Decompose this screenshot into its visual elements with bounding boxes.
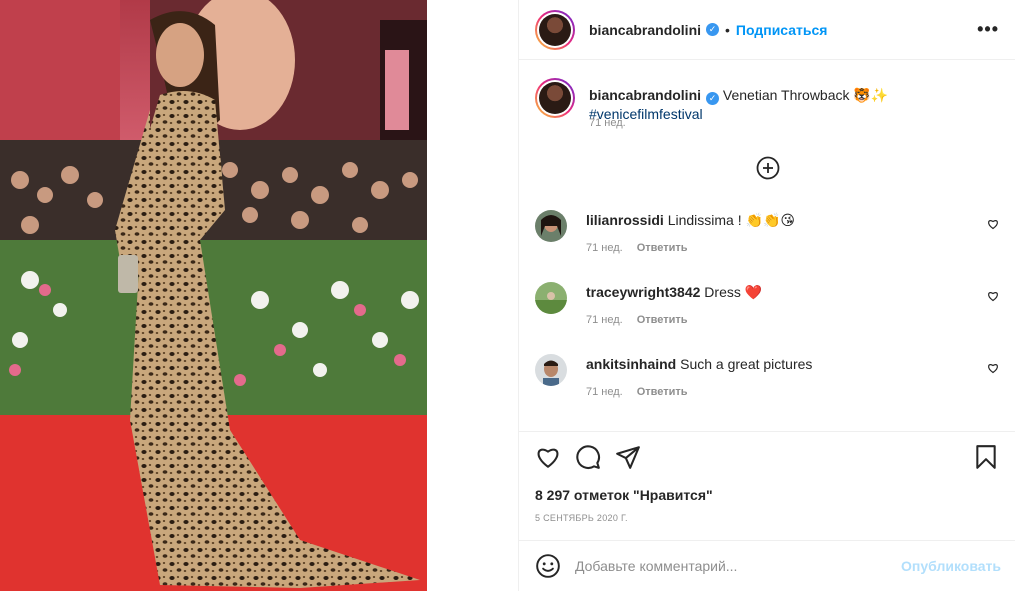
commenter-avatar[interactable] [535, 354, 567, 386]
commenter-username[interactable]: lilianrossidi [586, 212, 664, 228]
comment-timestamp: 71 нед. [586, 386, 623, 398]
comment-item: ankitsinhaind Such a great pictures 71 н… [535, 354, 999, 414]
follow-button[interactable]: Подписаться [736, 22, 828, 38]
comment-input[interactable] [575, 558, 902, 574]
comment-icon[interactable] [575, 444, 601, 470]
post-detail-panel: biancabrandolini ✓ • Подписаться ••• bia… [518, 0, 1015, 591]
share-icon[interactable] [615, 444, 641, 470]
heart-icon[interactable] [987, 218, 999, 230]
caption-avatar[interactable] [535, 78, 575, 118]
add-comment-bar: Опубликовать [519, 540, 1015, 591]
post-header: biancabrandolini ✓ • Подписаться ••• [519, 0, 1015, 60]
caption-timestamp: 71 нед. [589, 117, 626, 129]
post-photo[interactable] [0, 0, 427, 591]
comment-item: lilianrossidi Lindissima ! 👏👏😘 71 нед. От… [535, 210, 999, 270]
post-caption: biancabrandolini ✓ Venetian Throwback 🐯✨ … [535, 78, 999, 138]
caption-text-line: biancabrandolini ✓ Venetian Throwback 🐯✨ … [589, 86, 999, 123]
publish-button[interactable]: Опубликовать [901, 558, 1001, 574]
commenter-username[interactable]: traceywright3842 [586, 284, 700, 300]
comment-body: Dress ❤️ [704, 284, 763, 300]
comment-item: traceywright3842 Dress ❤️ 71 нед. Ответит… [535, 282, 999, 342]
comment-text-line: lilianrossidi Lindissima ! 👏👏😘 [586, 211, 795, 229]
comment-body: Such a great pictures [680, 356, 813, 372]
verified-badge-icon: ✓ [706, 92, 720, 105]
comment-timestamp: 71 нед. [586, 242, 623, 254]
more-options-icon[interactable]: ••• [977, 19, 999, 40]
verified-badge-icon: ✓ [706, 23, 720, 36]
comment-body: Lindissima ! 👏👏😘 [667, 212, 795, 228]
author-avatar[interactable] [535, 9, 575, 50]
caption-text: Venetian Throwback 🐯✨ [722, 87, 889, 103]
comment-text-line: ankitsinhaind Such a great pictures [586, 355, 812, 373]
likes-count[interactable]: 8 297 отметок "Нравится" [535, 487, 713, 503]
comments-section[interactable]: biancabrandolini ✓ Venetian Throwback 🐯✨ … [519, 60, 1015, 432]
heart-icon[interactable] [987, 362, 999, 374]
comment-meta: 71 нед. Ответить [586, 386, 688, 398]
add-circle-icon[interactable] [756, 156, 780, 180]
reply-button[interactable]: Ответить [637, 386, 688, 398]
reply-button[interactable]: Ответить [637, 242, 688, 254]
comment-meta: 71 нед. Ответить [586, 242, 688, 254]
reply-button[interactable]: Ответить [637, 314, 688, 326]
comment-text-line: traceywright3842 Dress ❤️ [586, 283, 762, 301]
caption-username[interactable]: biancabrandolini [589, 87, 701, 103]
post-date: 5 СЕНТЯБРЬ 2020 Г. [535, 513, 628, 523]
emoji-icon[interactable] [535, 553, 561, 579]
comment-timestamp: 71 нед. [586, 314, 623, 326]
heart-icon[interactable] [987, 290, 999, 302]
red-carpet-photo [0, 0, 427, 591]
bookmark-icon[interactable] [973, 444, 999, 470]
commenter-username[interactable]: ankitsinhaind [586, 356, 676, 372]
separator-dot: • [725, 21, 730, 38]
heart-icon[interactable] [535, 444, 561, 470]
commenter-avatar[interactable] [535, 282, 567, 314]
comment-meta: 71 нед. Ответить [586, 314, 688, 326]
post-actions [535, 440, 999, 476]
author-username[interactable]: biancabrandolini [589, 22, 701, 38]
commenter-avatar[interactable] [535, 210, 567, 242]
